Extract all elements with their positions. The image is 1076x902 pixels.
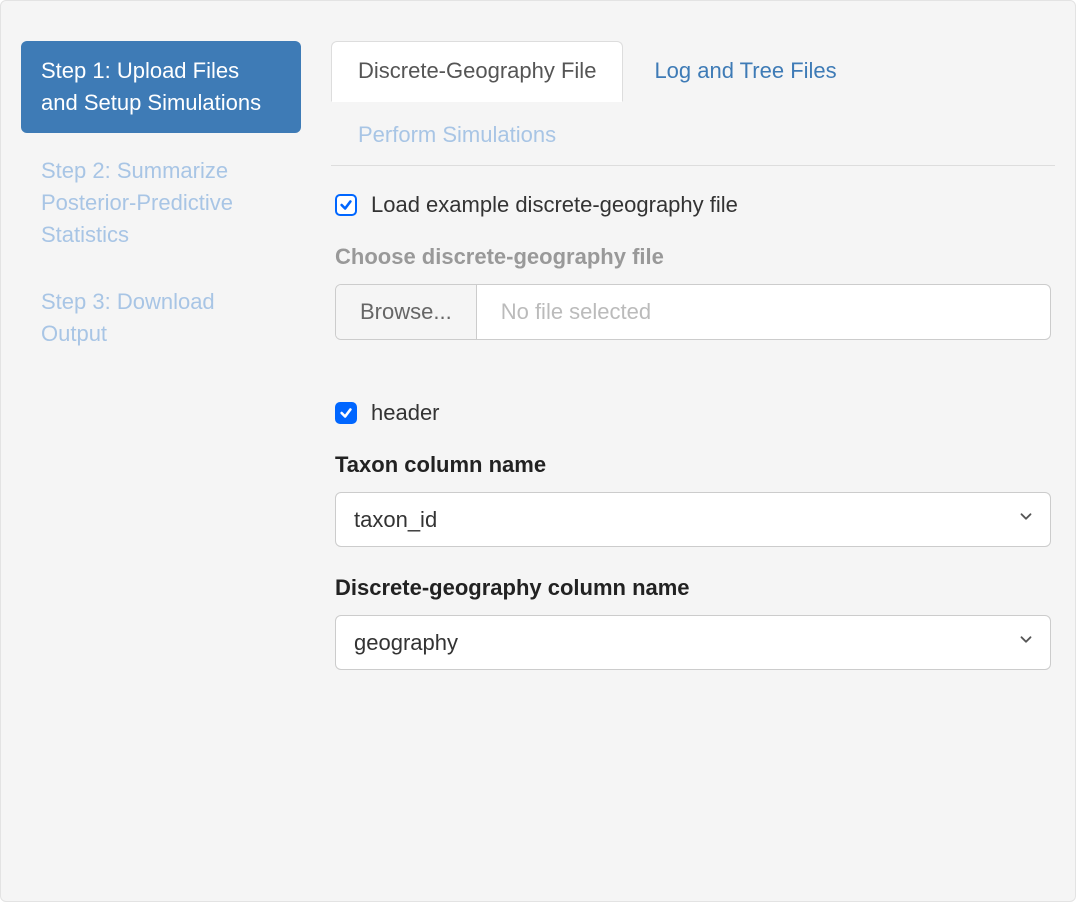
taxon-select-wrap: taxon_id bbox=[335, 492, 1051, 547]
header-label[interactable]: header bbox=[371, 400, 440, 426]
geography-group: Discrete-geography column name geography bbox=[335, 575, 1051, 670]
tab-label: Perform Simulations bbox=[358, 122, 556, 147]
taxon-select[interactable]: taxon_id bbox=[335, 492, 1051, 547]
tab-discrete-geography-file[interactable]: Discrete-Geography File bbox=[331, 41, 623, 102]
browse-button-label: Browse... bbox=[360, 299, 452, 324]
sidebar-item-label: Step 3: Download Output bbox=[41, 289, 215, 346]
header-checkbox[interactable] bbox=[335, 402, 357, 424]
sidebar-item-label: Step 1: Upload Files and Setup Simulatio… bbox=[41, 58, 261, 115]
sidebar-item-step1[interactable]: Step 1: Upload Files and Setup Simulatio… bbox=[21, 41, 301, 133]
file-input-group: Browse... No file selected bbox=[335, 284, 1051, 340]
sidebar-item-step2[interactable]: Step 2: Summarize Posterior-Predictive S… bbox=[21, 141, 301, 265]
taxon-label: Taxon column name bbox=[335, 452, 1051, 478]
file-status-text: No file selected bbox=[477, 285, 1050, 339]
main-panel: Discrete-Geography File Log and Tree Fil… bbox=[331, 21, 1055, 698]
tab-log-and-tree-files[interactable]: Log and Tree Files bbox=[627, 41, 863, 102]
sidebar-item-label: Step 2: Summarize Posterior-Predictive S… bbox=[41, 158, 233, 247]
tab-pane: Load example discrete-geography file Cho… bbox=[331, 166, 1055, 670]
check-icon bbox=[339, 198, 353, 212]
tab-label: Discrete-Geography File bbox=[358, 58, 596, 83]
tab-perform-simulations: Perform Simulations bbox=[331, 105, 583, 166]
load-example-label[interactable]: Load example discrete-geography file bbox=[371, 192, 738, 218]
tab-bar: Discrete-Geography File Log and Tree Fil… bbox=[331, 41, 1055, 166]
browse-button[interactable]: Browse... bbox=[336, 285, 477, 339]
geography-select-wrap: geography bbox=[335, 615, 1051, 670]
header-row: header bbox=[335, 400, 1051, 426]
load-example-row: Load example discrete-geography file bbox=[335, 192, 1051, 218]
geography-label: Discrete-geography column name bbox=[335, 575, 1051, 601]
geography-select[interactable]: geography bbox=[335, 615, 1051, 670]
check-icon bbox=[339, 406, 353, 420]
tab-label: Log and Tree Files bbox=[654, 58, 836, 83]
sidebar-nav: Step 1: Upload Files and Setup Simulatio… bbox=[21, 21, 301, 698]
load-example-checkbox[interactable] bbox=[335, 194, 357, 216]
choose-file-label: Choose discrete-geography file bbox=[335, 244, 1051, 270]
well-container: Step 1: Upload Files and Setup Simulatio… bbox=[0, 0, 1076, 902]
layout-row: Step 1: Upload Files and Setup Simulatio… bbox=[21, 21, 1055, 698]
sidebar-item-step3[interactable]: Step 3: Download Output bbox=[21, 272, 301, 364]
taxon-group: Taxon column name taxon_id bbox=[335, 452, 1051, 547]
